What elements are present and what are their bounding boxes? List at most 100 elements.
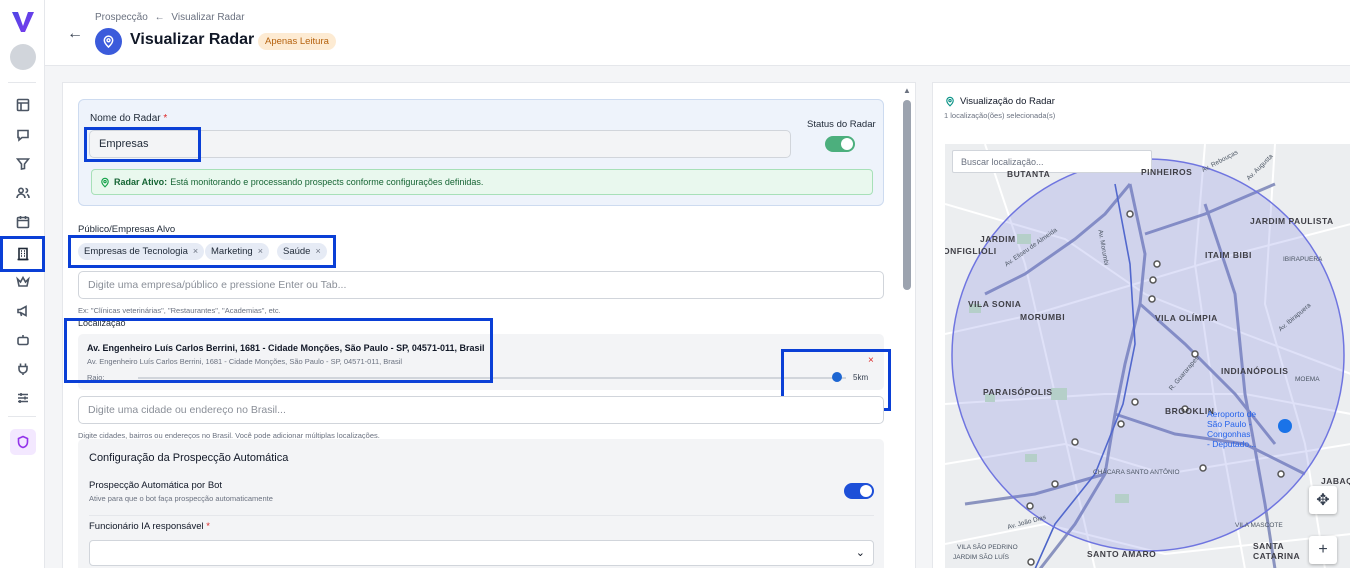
logo-icon[interactable] — [10, 8, 36, 36]
map-panel: Visualização do Radar 1 localização(ões)… — [932, 82, 1350, 568]
map-place-label: PINHEIROS — [1141, 167, 1193, 177]
map-pin-icon — [101, 177, 109, 188]
filter-icon[interactable] — [8, 152, 38, 176]
alert-text: Está monitorando e processando prospects… — [170, 177, 484, 187]
form-panel: Nome do Radar * Empresas Status do Radar… — [62, 82, 916, 568]
radar-name-card: Nome do Radar * Empresas Status do Radar… — [78, 99, 884, 206]
shield-icon[interactable] — [10, 429, 36, 455]
map-place-label: VILA SONIA — [968, 299, 1022, 309]
audience-input[interactable]: Digite uma empresa/público e pressione E… — [78, 271, 884, 299]
chip-remove-icon[interactable]: × — [258, 246, 263, 256]
status-alert: Radar Ativo: Está monitorando e processan… — [91, 169, 873, 195]
map-place-label: SANTO AMARO — [1087, 549, 1157, 559]
map-subtitle: 1 localização(ões) selecionada(s) — [944, 111, 1056, 120]
radar-name-field[interactable]: Empresas — [89, 130, 791, 158]
chevron-down-icon: ⌄ — [855, 547, 865, 559]
radius-slider-thumb[interactable] — [832, 372, 842, 382]
scroll-up-icon[interactable]: ▲ — [903, 86, 911, 95]
divider — [89, 515, 874, 516]
map-airport-label: Aeroporto de São Paulo - Congonhas - Deputa… — [1207, 409, 1257, 449]
read-only-badge: Apenas Leitura — [258, 33, 336, 50]
megaphone-icon[interactable] — [8, 299, 38, 323]
map-place-label: MORUMBI — [1020, 312, 1066, 322]
map-place-label: SANTA — [1253, 541, 1285, 551]
employee-label: Funcionário IA responsável * — [89, 521, 210, 532]
crown-icon[interactable] — [8, 270, 38, 294]
automation-title: Configuração da Prospecção Automática — [89, 452, 289, 464]
map-street-label: VILA MASCOTE — [1235, 522, 1283, 529]
map-street-label: IBIRAPUERA — [1283, 256, 1323, 263]
location-item: Av. Engenheiro Luís Carlos Berrini, 1681… — [78, 334, 884, 390]
back-arrow-icon[interactable]: ← — [67, 25, 83, 43]
plug-icon[interactable] — [8, 357, 38, 381]
breadcrumb-current: Visualizar Radar — [171, 12, 245, 23]
chat-icon[interactable] — [8, 123, 38, 147]
divider — [8, 82, 36, 83]
map-pan-control[interactable]: ✥ — [1309, 486, 1337, 514]
map-place-label: BUTANTA — [1007, 169, 1051, 179]
map-pin-icon — [95, 28, 122, 55]
chip-label: Saúde — [283, 246, 311, 257]
breadcrumb: Prospecção ← Visualizar Radar — [95, 12, 245, 23]
zoom-in-button[interactable]: + — [1309, 536, 1337, 564]
map-canvas — [945, 144, 1350, 568]
map-place-label: ONFIGLIOLI — [945, 246, 997, 256]
audience-hint: Ex: "Clínicas veterinárias", "Restaurant… — [78, 306, 281, 315]
map-place-label: CATARINA — [1253, 551, 1301, 561]
map[interactable]: Buscar localização... JARDIM PAULISTA IT… — [945, 144, 1350, 568]
map-place-label: ITAIM BIBI — [1205, 250, 1252, 260]
map-place-label: JABAQ — [1321, 476, 1350, 486]
breadcrumb-parent[interactable]: Prospecção — [95, 12, 148, 23]
sidebar — [0, 0, 45, 568]
calendar-icon[interactable] — [8, 210, 38, 234]
address-input[interactable]: Digite uma cidade ou endereço no Brasil.… — [78, 396, 884, 424]
map-place-label: VILA OLÍMPIA — [1155, 313, 1218, 323]
chip-remove-icon[interactable]: × — [193, 246, 198, 256]
chip-remove-icon[interactable]: × — [315, 246, 320, 256]
divider — [8, 416, 36, 417]
chip-saude: Saúde × — [277, 243, 327, 260]
bot-toggle[interactable] — [844, 483, 874, 499]
map-street-label: JARDIM SÃO LUÍS — [953, 554, 1009, 561]
bot-icon[interactable] — [8, 328, 38, 352]
location-label: Localização — [78, 318, 126, 328]
map-street-label: MOEMA — [1295, 376, 1320, 383]
map-street-label: CHÁCARA SANTO ANTÔNIO — [1093, 469, 1180, 476]
radius-slider[interactable] — [138, 377, 846, 379]
map-place-label: JARDIM — [980, 234, 1016, 244]
map-title: Visualização do Radar — [960, 96, 1055, 107]
map-pin-icon — [946, 96, 954, 107]
chip-label: Marketing — [211, 246, 253, 257]
bot-sub: Ative para que o bot faça prospecção aut… — [89, 494, 273, 503]
bot-label: Prospecção Automática por Bot — [89, 480, 223, 491]
chip-marketing: Marketing × — [205, 243, 269, 260]
location-main: Av. Engenheiro Luís Carlos Berrini, 1681… — [87, 343, 485, 353]
breadcrumb-arrow-icon: ← — [154, 12, 165, 23]
map-place-label: INDIANÓPOLIS — [1221, 366, 1289, 376]
remove-location-icon[interactable]: × — [868, 355, 874, 366]
scrollbar[interactable]: ▲ — [902, 86, 912, 568]
map-place-label: JARDIM PAULISTA — [1250, 216, 1334, 226]
scrollbar-thumb[interactable] — [903, 100, 911, 290]
users-icon[interactable] — [8, 181, 38, 205]
radius-label: Raio: — [87, 373, 105, 382]
audience-label: Público/Empresas Alvo — [78, 224, 176, 235]
map-street-label: VILA SÃO PEDRINO — [957, 544, 1018, 551]
radar-name-label: Nome do Radar * — [90, 113, 168, 124]
radius-value: 5km — [853, 373, 869, 382]
page-title: Visualizar Radar — [130, 31, 255, 48]
chip-empresas-de-tecnologia: Empresas de Tecnologia × — [78, 243, 205, 260]
map-place-label: PARAISÓPOLIS — [983, 387, 1053, 397]
map-search-input[interactable]: Buscar localização... — [952, 150, 1152, 173]
chip-label: Empresas de Tecnologia — [84, 246, 188, 257]
status-toggle[interactable] — [825, 136, 855, 152]
automation-section: Configuração da Prospecção Automática Pr… — [78, 439, 884, 568]
alert-title: Radar Ativo: — [114, 177, 168, 187]
sliders-icon[interactable] — [8, 386, 38, 410]
header: ← Prospecção ← Visualizar Radar Visualiz… — [45, 0, 1350, 66]
employee-select[interactable]: ⌄ — [89, 540, 874, 566]
layout-icon[interactable] — [8, 93, 38, 117]
status-label: Status do Radar — [807, 119, 876, 130]
avatar[interactable] — [10, 44, 36, 70]
building-icon[interactable] — [8, 242, 38, 266]
